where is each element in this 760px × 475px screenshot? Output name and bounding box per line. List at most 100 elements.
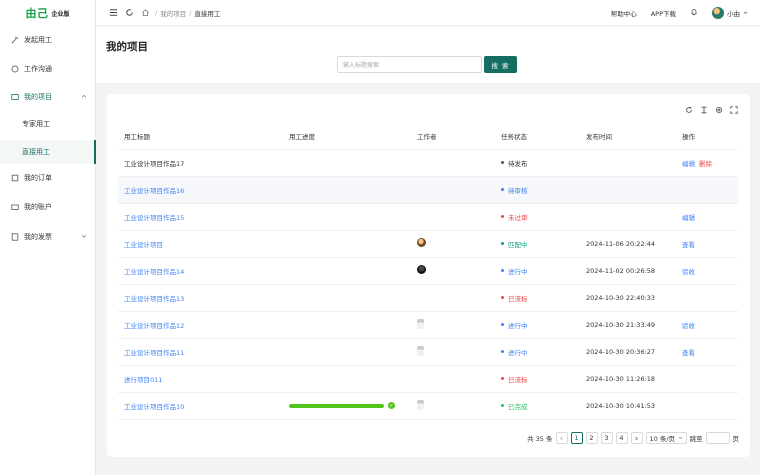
status-dot: [501, 161, 504, 164]
sidebar-item-start-work[interactable]: 发起用工: [0, 28, 96, 52]
chat-icon: [11, 65, 19, 73]
column-header: 操作: [676, 124, 738, 150]
column-header: 发布时间: [580, 124, 676, 150]
table-row[interactable]: 进行项目011 已流标 2024-10-30 11:26:18: [118, 365, 738, 393]
fullscreen-icon[interactable]: [730, 106, 738, 116]
status-text: 未过审: [508, 213, 528, 222]
column-header: 任务状态: [495, 124, 580, 150]
project-title[interactable]: 工业设计项目作品13: [124, 295, 184, 303]
home-icon[interactable]: [139, 7, 151, 19]
table-toolbar: [685, 106, 738, 116]
status-text: 进行中: [508, 267, 528, 276]
sidebar-item-orders[interactable]: 我的订单: [0, 166, 96, 190]
status-badge: 已完成: [501, 401, 528, 411]
sidebar-item-invoices[interactable]: 我的发票: [0, 225, 96, 249]
sidebar-subitem-expert[interactable]: 专家用工: [0, 112, 96, 136]
breadcrumb-item[interactable]: 我的项目: [160, 8, 186, 18]
user-menu[interactable]: 小由: [712, 7, 748, 19]
page-button[interactable]: 2: [585, 432, 598, 444]
folder-icon: [11, 93, 19, 101]
column-height-icon[interactable]: [700, 106, 708, 116]
project-title[interactable]: 工业设计项目作品16: [124, 187, 184, 195]
status-text: 已流标: [508, 294, 528, 303]
chevron-down-icon: [743, 9, 748, 17]
sidebar-item-label: 我的账户: [24, 203, 52, 211]
worker-avatar[interactable]: [417, 399, 424, 410]
help-center-link[interactable]: 帮助中心: [611, 8, 637, 18]
breadcrumb-current: 直接用工: [194, 9, 221, 18]
project-table: 用工标题 用工进度 工作者 任务状态 发布时间 操作 工业设计项目作品17 待发…: [118, 124, 738, 420]
project-title[interactable]: 工业设计项目: [124, 241, 163, 249]
table-row[interactable]: 工业设计项目作品12 进行中 2024-10-30 21:33:49 验收: [118, 311, 738, 339]
sidebar-subitem-label: 直接用工: [22, 148, 50, 156]
worker-avatar[interactable]: [417, 265, 426, 274]
pagination: 共 35 条 1 2 3 4 10 条/页 跳至 页: [527, 432, 739, 444]
prev-page-button[interactable]: [555, 432, 568, 444]
table-row[interactable]: 工业设计项目作品15 未过审 编辑: [118, 203, 738, 231]
page-button[interactable]: 3: [600, 432, 613, 444]
status-dot: [501, 377, 504, 380]
brand-mark: 由己: [25, 7, 49, 20]
table-row[interactable]: 工业设计项目作品11 进行中 2024-10-30 20:36:27 查看: [118, 338, 738, 366]
user-name: 小由: [727, 10, 740, 18]
logo[interactable]: 由己 企业版: [0, 0, 95, 26]
table-row[interactable]: 工业设计项目作品13 已流标 2024-10-30 22:40:33: [118, 284, 738, 312]
table-row[interactable]: 工业设计项目作品10 ✓ 已完成 2024-10-30 10:41:53: [118, 392, 738, 420]
table-row[interactable]: 工业设计项目作品14 进行中 2024-11-02 00:26:58 验收: [118, 257, 738, 285]
status-badge: 匹配中: [501, 239, 528, 249]
page-button[interactable]: 4: [615, 432, 628, 444]
refresh-icon[interactable]: [123, 7, 135, 19]
jump-page-input[interactable]: [705, 432, 730, 444]
table-header-row: 用工标题 用工进度 工作者 任务状态 发布时间 操作: [118, 124, 738, 150]
project-title[interactable]: 进行项目011: [124, 376, 162, 384]
wallet-icon: [11, 203, 19, 211]
row-action-action[interactable]: 查看: [682, 241, 695, 249]
page-size-select[interactable]: 10 条/页: [645, 432, 687, 444]
row-action-delete[interactable]: 删除: [699, 160, 712, 168]
status-badge: 待发布: [501, 158, 528, 168]
project-title[interactable]: 工业设计项目作品11: [124, 349, 184, 357]
project-title[interactable]: 工业设计项目作品14: [124, 268, 184, 276]
publish-time: 2024-10-30 11:26:18: [586, 374, 656, 383]
project-title[interactable]: 工业设计项目作品12: [124, 322, 184, 330]
menu-toggle-icon[interactable]: [107, 7, 119, 19]
refresh-icon[interactable]: [685, 106, 693, 116]
settings-icon[interactable]: [715, 106, 723, 116]
sidebar: 由己 企业版 发起用工 工作沟通 我的项目 专家用工 直接用工 我的订单 我的账…: [0, 0, 96, 475]
publish-time: 2024-10-30 10:41:53: [586, 401, 656, 410]
row-action-action[interactable]: 验收: [682, 322, 695, 330]
project-title[interactable]: 工业设计项目作品10: [124, 403, 184, 411]
app-download-link[interactable]: APP下载: [651, 8, 676, 18]
status-text: 已完成: [508, 402, 528, 411]
status-dot: [501, 296, 504, 299]
status-text: 进行中: [508, 321, 528, 330]
page-size-value: 10 条/页: [649, 435, 676, 443]
sidebar-subitem-direct[interactable]: 直接用工: [0, 140, 96, 164]
sidebar-subitem-label: 专家用工: [22, 120, 50, 128]
next-page-button[interactable]: [630, 432, 643, 444]
row-action-action[interactable]: 查看: [682, 349, 695, 357]
bell-icon[interactable]: [690, 8, 698, 18]
project-table-card: 用工标题 用工进度 工作者 任务状态 发布时间 操作 工业设计项目作品17 待发…: [107, 94, 750, 457]
row-action-action[interactable]: 编辑: [682, 160, 695, 168]
status-dot: [501, 350, 504, 353]
row-action-action[interactable]: 编辑: [682, 214, 695, 222]
sidebar-item-my-projects[interactable]: 我的项目: [0, 85, 96, 109]
table-row[interactable]: 工业设计项目作品17 待发布 编辑 删除: [118, 149, 738, 177]
topbar-actions: 帮助中心 APP下载 小由: [611, 0, 748, 26]
worker-avatar[interactable]: [417, 318, 424, 329]
status-badge: 进行中: [501, 347, 528, 357]
sidebar-item-chat[interactable]: 工作沟通: [0, 57, 96, 81]
worker-avatar[interactable]: [417, 345, 424, 356]
project-title: 工业设计项目作品17: [124, 159, 185, 168]
search-button[interactable]: 搜 索: [484, 56, 517, 73]
page-button[interactable]: 1: [570, 432, 583, 444]
row-action-action[interactable]: 验收: [682, 268, 695, 276]
table-row[interactable]: 工业设计项目作品16 待审核: [118, 176, 738, 204]
search-input[interactable]: 输入标题搜索: [337, 56, 482, 73]
worker-avatar[interactable]: [417, 238, 426, 247]
sidebar-item-account[interactable]: 我的账户: [0, 195, 96, 219]
project-title[interactable]: 工业设计项目作品15: [124, 214, 184, 222]
page-title: 我的项目: [106, 41, 148, 53]
table-row[interactable]: 工业设计项目 匹配中 2024-11-06 20:22:44 查看: [118, 230, 738, 258]
